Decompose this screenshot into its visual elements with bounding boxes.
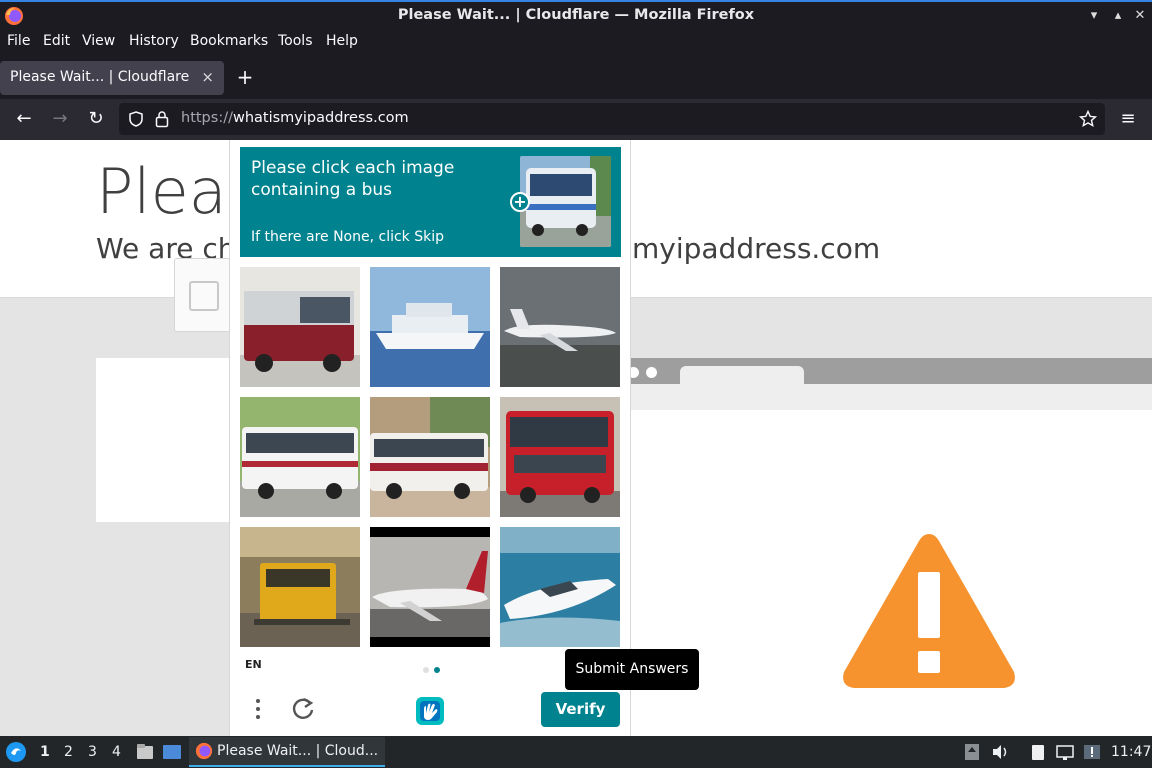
forward-icon[interactable]: → [48,107,72,131]
menu-tools[interactable]: Tools [278,33,313,49]
taskbar-firefox-window[interactable]: Please Wait... | Cloud... [189,737,385,767]
zoom-example-icon[interactable]: + [510,192,530,212]
tile-airplane-2[interactable] [370,527,490,647]
tab-title: Please Wait... | Cloudflare [10,69,190,85]
tile-bus-2[interactable] [240,397,360,517]
tile-yacht[interactable] [370,267,490,387]
workspace-3[interactable]: 3 [88,744,97,760]
warning-triangle-icon [843,534,1015,688]
example-bus-image[interactable] [520,156,611,247]
hcaptcha-logo-icon [416,697,444,725]
verify-checkbox[interactable] [189,281,219,311]
tab-close-icon[interactable]: × [201,68,214,86]
tab-active[interactable]: Please Wait... | Cloudflare × [0,61,224,95]
captcha-question: Please click each image containing a bus [251,158,455,200]
menu-view[interactable]: View [82,33,115,49]
url-bar[interactable]: https://whatismyipaddress.com [119,103,1105,135]
close-window-icon[interactable]: ✕ [1130,6,1150,26]
menu-bar: File Edit View History Bookmarks Tools H… [0,30,1152,57]
new-tab-button[interactable]: + [234,66,256,88]
tile-bus-1[interactable] [240,267,360,387]
illustration-dot [646,367,657,378]
notifications-icon[interactable] [1082,742,1102,762]
page-indicator-dot [423,667,429,673]
workspace-4[interactable]: 4 [112,744,121,760]
workspace-1[interactable]: 1 [40,744,50,760]
window-titlebar: Please Wait... | Cloudflare — Mozilla Fi… [0,0,1152,30]
tile-speedboat[interactable] [500,527,620,647]
network-icon[interactable] [1055,742,1075,762]
nav-bar: ← → ↻ https://whatismyipaddress.com ≡ [0,99,1152,140]
window-title: Please Wait... | Cloudflare — Mozilla Fi… [397,7,755,23]
clipboard-icon[interactable] [1028,742,1048,762]
desktop-icon[interactable] [162,742,182,762]
menu-help[interactable]: Help [326,33,358,49]
illustration-tabbar [610,358,1152,384]
back-icon[interactable]: ← [12,107,36,131]
verify-button[interactable]: Verify [541,692,620,727]
updates-tray-icon[interactable] [962,742,982,762]
illustration-tab [680,366,804,384]
tab-strip: Please Wait... | Cloudflare × [0,57,1152,99]
captcha-challenge: Please click each image containing a bus… [229,140,631,736]
menu-bookmarks[interactable]: Bookmarks [190,33,268,49]
tile-bus-3[interactable] [370,397,490,517]
captcha-skip-hint: If there are None, click Skip [251,229,445,245]
shield-icon[interactable] [128,111,144,127]
page-subtitle-right: myipaddress.com [632,232,881,265]
workspace-2[interactable]: 2 [64,744,73,760]
tile-airplane-1[interactable] [500,267,620,387]
minimize-icon[interactable]: ▾ [1084,6,1104,26]
hamburger-menu-icon[interactable]: ≡ [1116,107,1140,131]
maximize-icon[interactable]: ▴ [1108,6,1128,26]
reload-icon[interactable]: ↻ [84,107,108,131]
clock[interactable]: 11:47 [1111,744,1151,760]
taskbar-window-title: Please Wait... | Cloud... [217,743,379,759]
url-text[interactable]: https://whatismyipaddress.com [181,110,409,126]
submit-tooltip: Submit Answers [565,649,699,690]
page-indicator-dot-active [434,667,440,673]
challenge-card [96,358,236,522]
menu-history[interactable]: History [129,33,179,49]
start-menu-icon[interactable] [5,741,27,763]
taskbar: 1 2 3 4 Please Wait... | Cloud... 11:47 [0,736,1152,768]
language-selector[interactable]: EN [245,658,262,671]
firefox-task-icon [195,742,213,760]
tile-bus-4[interactable] [500,397,620,517]
lock-icon[interactable] [155,110,169,128]
refresh-challenge-icon[interactable] [290,696,316,722]
more-options-icon[interactable] [250,696,266,722]
menu-edit[interactable]: Edit [43,33,70,49]
file-manager-icon[interactable] [135,742,155,762]
volume-icon[interactable] [990,742,1010,762]
tile-train[interactable] [240,527,360,647]
menu-file[interactable]: File [7,33,30,49]
captcha-prompt: Please click each image containing a bus… [240,147,621,257]
bookmark-star-icon[interactable] [1079,110,1097,128]
